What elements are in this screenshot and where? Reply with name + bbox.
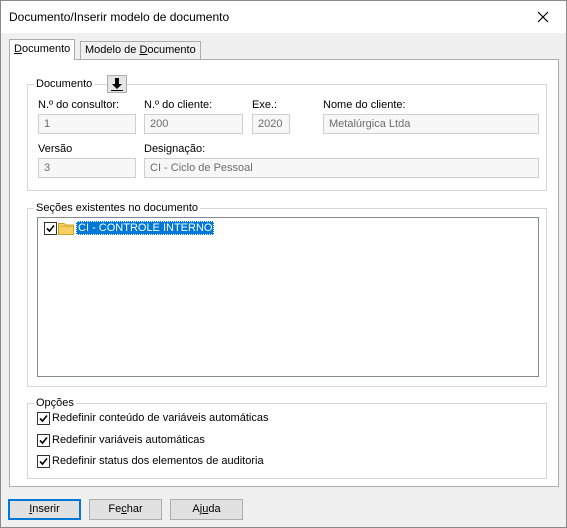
checkbox-checked-icon <box>39 457 48 466</box>
window-title: Documento/Inserir modelo de documento <box>9 10 230 24</box>
secoes-tree[interactable]: CI - CONTROLE INTERNO <box>37 217 539 377</box>
cliente-num-field[interactable]: 200 <box>144 114 243 134</box>
documento-legend: Documento <box>34 77 95 91</box>
ajuda-label: Aj <box>192 503 203 515</box>
opcao-label-3[interactable]: Redefinir status dos elementos de audito… <box>52 454 264 468</box>
cliente-num-label: N.º do cliente: <box>144 99 213 111</box>
fechar-button[interactable]: Fechar <box>89 499 162 520</box>
versao-label: Versão <box>38 143 73 155</box>
designacao-label: Designação: <box>144 143 206 155</box>
inserir-button[interactable]: Inserir <box>8 499 81 520</box>
dialog-window: Documento/Inserir modelo de documento Do… <box>0 0 567 528</box>
opcao-label-2[interactable]: Redefinir variáveis automáticas <box>52 433 205 447</box>
fechar-label: Fe <box>108 503 122 515</box>
close-button[interactable] <box>520 1 566 33</box>
ajuda-button[interactable]: Ajuda <box>170 499 243 520</box>
secoes-legend: Seções existentes no documento <box>34 201 201 215</box>
checkbox-checked-icon <box>39 436 48 445</box>
tab-documento[interactable]: Documento <box>9 39 76 60</box>
designacao-field[interactable]: CI - Ciclo de Pessoal <box>144 158 539 178</box>
fechar-label: har <box>126 503 143 515</box>
consultor-field[interactable]: 1 <box>38 114 136 134</box>
opcoes-legend: Opções <box>34 396 76 410</box>
secao-checkbox[interactable] <box>44 222 57 235</box>
ajuda-label: da <box>208 503 221 515</box>
checkbox-checked-icon <box>46 224 55 233</box>
opcao-checkbox-2[interactable] <box>37 434 50 447</box>
tab-panel-documento: Documento N.º do consultor: 1 N.º do cli… <box>9 59 559 487</box>
exe-label: Exe.: <box>252 99 278 111</box>
opcao-checkbox-3[interactable] <box>37 455 50 468</box>
consultor-label: N.º do consultor: <box>38 99 120 111</box>
tab-modelo-de-documento[interactable]: Modelo de Documento <box>80 41 201 59</box>
exe-field[interactable]: 2020 <box>252 114 290 134</box>
download-button[interactable] <box>107 75 127 93</box>
tab-label-mnemonic: D <box>14 43 22 55</box>
opcao-checkbox-1[interactable] <box>37 412 50 425</box>
tab-label-part: ocumento <box>21 43 71 55</box>
download-arrow-icon <box>111 77 123 91</box>
cliente-nome-label: Nome do cliente: <box>323 99 406 111</box>
checkbox-checked-icon <box>39 414 48 423</box>
versao-field[interactable]: 3 <box>38 158 136 178</box>
title-bar: Documento/Inserir modelo de documento <box>1 1 566 33</box>
secoes-group: Seções existentes no documento CI - CONT… <box>27 201 547 387</box>
opcao-label-1[interactable]: Redefinir conteúdo de variáveis automáti… <box>52 411 268 425</box>
folder-icon <box>58 223 74 235</box>
tab-label-part: Modelo de <box>85 44 140 56</box>
opcoes-group: Opções Redefinir conteúdo de variáveis a… <box>27 396 547 479</box>
inserir-label: nserir <box>32 503 60 515</box>
cliente-nome-field[interactable]: Metalúrgica Ltda <box>323 114 539 134</box>
documento-group: Documento N.º do consultor: 1 N.º do cli… <box>27 75 547 191</box>
secao-label-selected[interactable]: CI - CONTROLE INTERNO <box>76 221 215 235</box>
close-icon <box>537 11 549 23</box>
tab-label-part: ocumento <box>147 44 196 56</box>
